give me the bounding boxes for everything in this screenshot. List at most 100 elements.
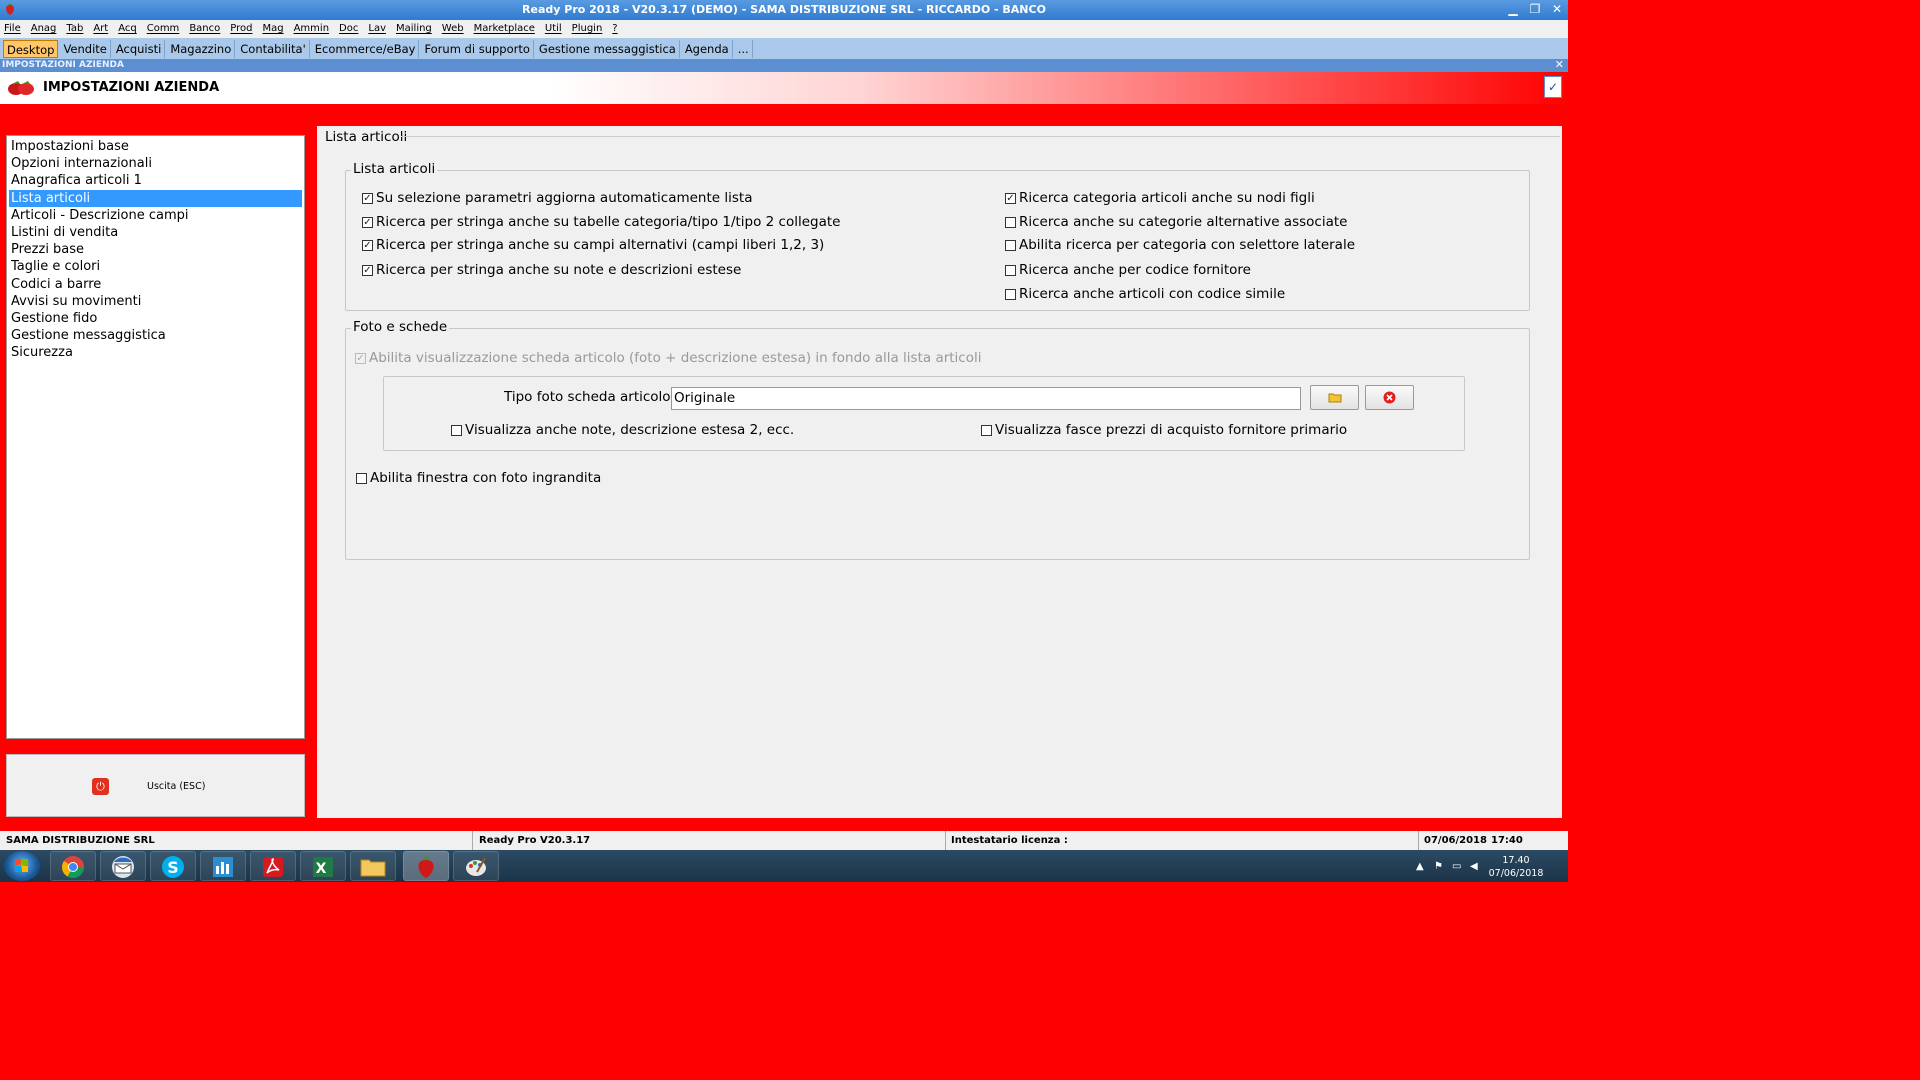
tab-acquisti[interactable]: Acquisti	[113, 39, 166, 58]
confirm-check-icon[interactable]: ✓	[1544, 76, 1562, 98]
start-button[interactable]	[4, 851, 40, 881]
chart-app-icon[interactable]	[200, 851, 246, 881]
menu-util[interactable]: Util	[545, 20, 562, 38]
menu-prod[interactable]: Prod	[230, 20, 252, 38]
checkbox-show-price-bands[interactable]: Visualizza fasce prezzi di acquisto forn…	[981, 422, 1347, 438]
menu-ammin[interactable]: Ammin	[294, 20, 329, 38]
checkbox-checked-icon[interactable]: ✓	[362, 192, 373, 204]
photo-type-field[interactable]: Originale	[671, 387, 1301, 410]
restore-icon[interactable]: ❐	[1524, 0, 1546, 20]
checkbox-supplier-code[interactable]: Ricerca anche per codice fornitore	[1005, 262, 1251, 278]
menu-anag[interactable]: Anag	[31, 20, 57, 38]
photo-type-label: Tipo foto scheda articolo :	[504, 389, 680, 405]
tab-forum[interactable]: Forum di supporto	[421, 39, 534, 58]
clock[interactable]: 17.40 07/06/2018	[1486, 854, 1546, 880]
readypro-icon[interactable]	[403, 851, 449, 881]
list-item[interactable]: Codici a barre	[9, 276, 302, 293]
checkbox-checked-icon[interactable]: ✓	[362, 216, 373, 228]
tab-contabilita[interactable]: Contabilita'	[237, 39, 310, 58]
status-separator	[945, 831, 946, 850]
checkbox-side-selector[interactable]: Abilita ricerca per categoria con selett…	[1005, 237, 1355, 253]
checkbox-checked-icon[interactable]: ✓	[1005, 192, 1016, 204]
list-item[interactable]: Articoli - Descrizione campi	[9, 207, 302, 224]
checkbox-label: Abilita ricerca per categoria con selett…	[1019, 237, 1356, 253]
minimize-icon[interactable]: ▁	[1502, 0, 1524, 20]
list-item[interactable]: Taglie e colori	[9, 258, 302, 275]
list-item[interactable]: Listini di vendita	[9, 224, 302, 241]
list-item[interactable]: Opzioni internazionali	[9, 155, 302, 172]
page-title: IMPOSTAZIONI AZIENDA	[43, 80, 220, 95]
action-center-flag-icon[interactable]: ⚑	[1434, 861, 1443, 872]
list-item[interactable]: Anagrafica articoli 1	[9, 172, 302, 189]
checkbox-unchecked-icon[interactable]	[1005, 264, 1016, 276]
exit-button[interactable]: Uscita (ESC)	[147, 781, 205, 792]
menu-tab[interactable]: Tab	[66, 20, 83, 38]
checkbox-unchecked-icon[interactable]	[981, 424, 992, 436]
checkbox-unchecked-icon[interactable]	[1005, 216, 1016, 228]
list-item[interactable]: Gestione messaggistica	[9, 327, 302, 344]
checkbox-unchecked-icon[interactable]	[1005, 239, 1016, 251]
tab-more[interactable]: ...	[735, 39, 753, 58]
checkbox-search-notes[interactable]: ✓ Ricerca per stringa anche su note e des…	[362, 262, 741, 278]
checkbox-search-alt-fields[interactable]: ✓ Ricerca per stringa anche su campi alte…	[362, 237, 824, 253]
menu-acq[interactable]: Acq	[118, 20, 137, 38]
checkbox-enable-article-card[interactable]: ✓ Abilita visualizzazione scheda articolo…	[355, 350, 982, 366]
checkbox-unchecked-icon[interactable]	[356, 472, 367, 484]
checkbox-label: Abilita finestra con foto ingrandita	[370, 470, 602, 486]
checkbox-label: Ricerca anche per codice fornitore	[1019, 262, 1251, 278]
menu-web[interactable]: Web	[442, 20, 464, 38]
tab-agenda[interactable]: Agenda	[682, 39, 733, 58]
explorer-icon[interactable]	[350, 851, 396, 881]
checkbox-checked-icon[interactable]: ✓	[362, 239, 373, 251]
thunderbird-icon[interactable]	[100, 851, 146, 881]
list-item[interactable]: Prezzi base	[9, 241, 302, 258]
menu-comm[interactable]: Comm	[147, 20, 180, 38]
show-hidden-icons-icon[interactable]: ▲	[1416, 861, 1424, 872]
list-item[interactable]: Sicurezza	[9, 344, 302, 361]
browse-button[interactable]	[1310, 385, 1359, 410]
acrobat-icon[interactable]	[250, 851, 296, 881]
volume-muted-icon[interactable]: ◀	[1470, 861, 1478, 872]
list-item[interactable]: Impostazioni base	[9, 138, 302, 155]
menu-help[interactable]: ?	[612, 20, 617, 38]
excel-icon[interactable]: X	[300, 851, 346, 881]
list-item[interactable]: Gestione fido	[9, 310, 302, 327]
checkbox-search-child-nodes[interactable]: ✓ Ricerca categoria articoli anche su nod…	[1005, 190, 1315, 206]
checkbox-similar-code[interactable]: Ricerca anche articoli con codice simile	[1005, 286, 1285, 302]
menu-mailing[interactable]: Mailing	[396, 20, 432, 38]
menu-banco[interactable]: Banco	[189, 20, 220, 38]
power-icon[interactable]: ⏻	[92, 778, 109, 795]
checkbox-search-alt-categories[interactable]: Ricerca anche su categorie alternative a…	[1005, 214, 1347, 230]
checkbox-checked-icon[interactable]: ✓	[355, 352, 366, 364]
paint-icon[interactable]	[453, 851, 499, 881]
checkbox-show-notes[interactable]: Visualizza anche note, descrizione estes…	[451, 422, 794, 438]
tab-ecommerce[interactable]: Ecommerce/eBay	[312, 39, 420, 58]
checkbox-auto-refresh[interactable]: ✓ Su selezione parametri aggiorna automat…	[362, 190, 752, 206]
checkbox-unchecked-icon[interactable]	[451, 424, 462, 436]
checkbox-enlarged-photo[interactable]: Abilita finestra con foto ingrandita	[356, 470, 601, 486]
chrome-icon[interactable]	[50, 851, 96, 881]
menu-art[interactable]: Art	[93, 20, 108, 38]
tab-magazzino[interactable]: Magazzino	[167, 39, 236, 58]
menu-lav[interactable]: Lav	[368, 20, 386, 38]
tab-desktop[interactable]: Desktop	[3, 39, 59, 58]
list-item-selected[interactable]: Lista articoli	[9, 189, 302, 207]
menu-file[interactable]: File	[4, 20, 21, 38]
checkbox-search-category-tables[interactable]: ✓ Ricerca per stringa anche su tabelle ca…	[362, 214, 840, 230]
clear-button[interactable]	[1365, 385, 1414, 410]
menu-plugin[interactable]: Plugin	[572, 20, 603, 38]
checkbox-unchecked-icon[interactable]	[1005, 288, 1016, 300]
checkbox-checked-icon[interactable]: ✓	[362, 264, 373, 276]
menu-marketplace[interactable]: Marketplace	[474, 20, 535, 38]
menu-mag[interactable]: Mag	[262, 20, 283, 38]
menu-doc[interactable]: Doc	[339, 20, 358, 38]
network-icon[interactable]: ▭	[1452, 861, 1461, 872]
close-icon[interactable]: ✕	[1546, 0, 1568, 20]
close-icon[interactable]: ✕	[1555, 58, 1564, 71]
skype-icon[interactable]: S	[150, 851, 196, 881]
panel-title: Lista articoli	[325, 129, 408, 145]
child-window-caption: IMPOSTAZIONI AZIENDA ✕	[0, 58, 1568, 72]
list-item[interactable]: Avvisi su movimenti	[9, 293, 302, 310]
tab-messaggistica[interactable]: Gestione messaggistica	[536, 39, 680, 58]
tab-vendite[interactable]: Vendite	[60, 39, 111, 58]
